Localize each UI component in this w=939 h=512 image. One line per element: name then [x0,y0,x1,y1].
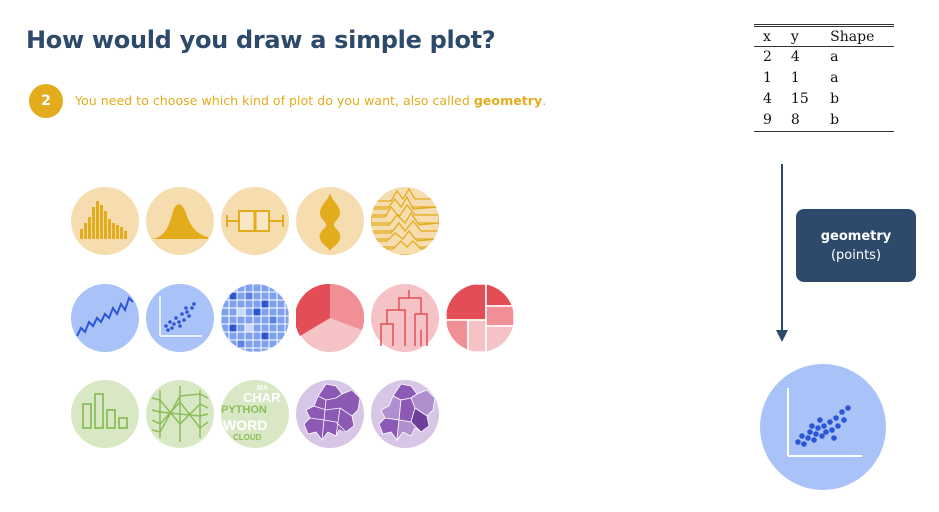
flow-arrow-line [781,164,783,332]
geometry-box: geometry (points) [796,209,916,282]
table-header: y [781,25,822,47]
heatmap-icon[interactable] [221,284,289,352]
wordcloud-word: CLOUD [233,433,262,442]
wordcloud-word: PYTHON [221,404,267,416]
barplot-icon[interactable] [71,380,139,448]
histogram-icon[interactable] [71,187,139,255]
dendrogram-icon[interactable] [371,284,439,352]
table-header: Shape [821,25,894,47]
table-cell: 8 [790,112,800,128]
table-row: 9 8 b [754,110,894,132]
wordcloud-icon[interactable]: MA CHAR PYTHON WORD CLOUD [221,380,289,448]
geometry-box-title: geometry [820,228,892,244]
page-title: How would you draw a simple plot? [26,26,496,54]
table-cell: 4 [763,91,772,107]
geometry-box-subtitle: (points) [830,247,882,263]
table-cell: 15 [790,91,809,107]
line-chart-icon[interactable] [71,284,139,352]
step-badge: 2 [29,84,63,118]
treemap-icon[interactable] [446,284,514,352]
table-cell: 2 [763,49,772,65]
table-header: x [754,25,782,47]
parallel-icon[interactable] [146,380,214,448]
step-text-highlight: geometry [473,93,543,108]
violin-icon[interactable] [296,187,364,255]
step-text-end: . [542,93,547,108]
ridgeline-icon[interactable] [371,187,439,255]
boxplot-icon[interactable] [221,187,289,255]
flow-arrow-head [776,330,788,342]
wordcloud-word: CHAR [243,390,281,405]
table-row: 2 4 a [754,47,894,69]
table-cell: 1 [790,70,800,86]
data-table: x y Shape 2 4 a 1 1 a 4 15 b 9 8 b [754,24,894,132]
table-row: 4 15 b [754,89,894,110]
table-cell: 4 [790,49,800,65]
wordcloud-word: WORD [223,417,267,433]
map-icon[interactable] [296,380,364,448]
table-cell: 1 [763,70,772,86]
result-scatter-plot-icon [760,364,886,490]
step-text: You need to choose which kind of plot do… [75,93,546,108]
density-icon[interactable] [146,187,214,255]
table-row: 1 1 a [754,68,894,89]
scatter-icon[interactable] [146,284,214,352]
table-header-row: x y Shape [754,25,894,47]
pie-icon[interactable] [296,284,364,352]
table-cell: a [830,49,839,65]
table-cell: 9 [763,112,772,128]
table-cell: b [830,112,840,128]
table-cell: b [830,91,840,107]
table-cell: a [830,70,839,86]
choropleth-icon[interactable] [371,380,439,448]
step-text-main: You need to choose which kind of plot do… [75,93,474,108]
